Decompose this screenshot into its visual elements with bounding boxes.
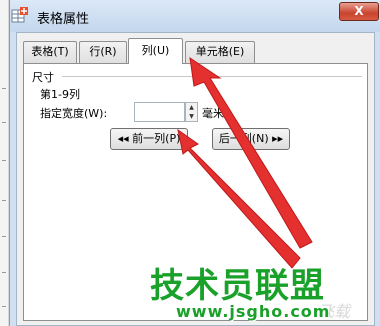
width-input[interactable] (134, 102, 185, 122)
background-document-margin (0, 0, 9, 326)
margin-mark (2, 200, 6, 201)
dropdown-arrow-icon: ▼ (225, 110, 232, 119)
previous-column-button[interactable]: ◂◂ 前一列(P) (110, 128, 188, 150)
spin-down-icon[interactable]: ▼ (186, 112, 197, 121)
tab-table[interactable]: 表格(T) (23, 41, 77, 63)
margin-mark (2, 236, 6, 237)
unit-label: 毫米 (202, 107, 224, 120)
watermark-brand: 技术员联盟 (150, 266, 325, 306)
unit-select[interactable]: 毫米▼ (202, 105, 231, 121)
group-divider (62, 76, 362, 77)
tab-row[interactable]: 行(R) (79, 41, 127, 63)
table-properties-app-icon (11, 7, 28, 23)
dialog-title: 表格属性 (37, 12, 90, 27)
tab-column[interactable]: 列(U) (128, 38, 183, 64)
spin-up-icon[interactable]: ▲ (186, 103, 197, 112)
width-spinner[interactable]: ▲ ▼ (185, 102, 198, 122)
close-button[interactable]: X (339, 2, 379, 21)
tab-cell[interactable]: 单元格(E) (185, 41, 255, 63)
title-bar[interactable]: 表格属性 X (10, 0, 380, 32)
margin-mark (2, 306, 6, 307)
specify-width-label: 指定宽度(W): (40, 107, 108, 120)
watermark-faint: 飞载 (318, 302, 351, 321)
margin-mark (2, 272, 6, 273)
margin-mark (2, 160, 6, 161)
watermark-url: www.jsgho.com (176, 302, 331, 321)
column-range-label: 第1-9列 (40, 88, 80, 101)
size-group-label: 尺寸 (32, 71, 54, 84)
margin-mark (2, 122, 6, 123)
next-column-button[interactable]: 后一列(N) ▸▸ (212, 128, 290, 150)
margin-mark (2, 88, 6, 89)
